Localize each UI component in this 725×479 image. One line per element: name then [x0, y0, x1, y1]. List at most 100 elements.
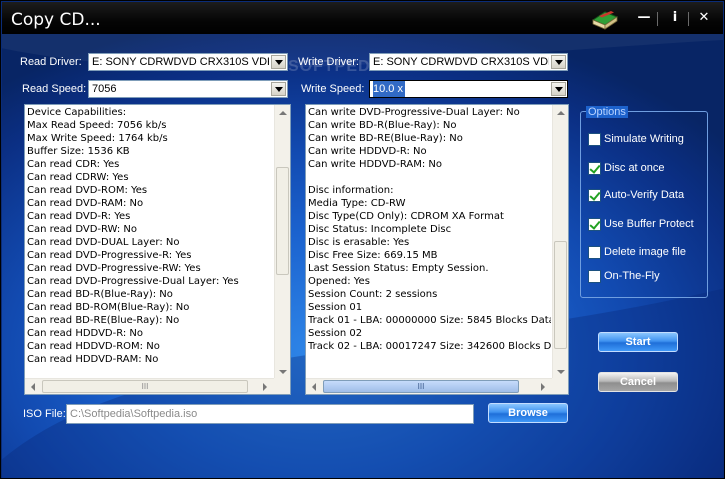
- checkbox-label: Disc at once: [604, 162, 665, 174]
- list-item: Session Count: 2 sessions: [308, 289, 438, 300]
- start-button[interactable]: Start: [598, 332, 678, 352]
- checkbox-label: Use Buffer Protect: [604, 218, 694, 230]
- checkbox-label: Delete image file: [604, 246, 686, 258]
- write-speed-label: Write Speed:: [301, 83, 365, 95]
- chevron-down-icon[interactable]: [271, 55, 286, 69]
- device-capabilities-list[interactable]: Device Capabilities: Max Read Speed: 7056…: [24, 104, 291, 395]
- list-content: Device Capabilities: Max Read Speed: 7056…: [27, 105, 273, 378]
- write-speed-value: 10.0 x: [373, 81, 405, 97]
- scroll-thumb[interactable]: [554, 241, 567, 349]
- checkbox-icon[interactable]: [588, 188, 601, 202]
- close-button[interactable]: ✕: [694, 11, 714, 27]
- list-item: Can read DVD-RW: No: [27, 224, 137, 235]
- title-bar[interactable]: Copy CD... — i ✕: [2, 2, 723, 34]
- list-item: Can read CDR: Yes: [27, 159, 120, 170]
- scroll-thumb[interactable]: III: [42, 380, 248, 393]
- scroll-right-icon[interactable]: [535, 379, 551, 394]
- scroll-up-icon[interactable]: [275, 105, 290, 121]
- read-speed-value: 7056: [92, 83, 117, 95]
- write-driver-select[interactable]: E: SONY CDRWDVD CRX310S VDK: [369, 53, 568, 71]
- read-speed-label: Read Speed:: [22, 83, 87, 95]
- checkbox-icon[interactable]: [588, 269, 601, 283]
- browse-button[interactable]: Browse: [488, 403, 568, 423]
- list-item: Can write HDDVD-R: No: [308, 146, 427, 157]
- iso-file-label: ISO File:: [23, 408, 66, 420]
- list-item: Disc is erasable: Yes: [308, 237, 410, 248]
- list-item: Can write BD-RE(Blue-Ray): No: [308, 133, 463, 144]
- list-item: Device Capabilities:: [27, 107, 127, 118]
- list-item: [308, 171, 551, 184]
- list-item: Can read HDDVD-RAM: No: [27, 354, 159, 365]
- checkbox-icon[interactable]: [588, 217, 601, 231]
- auto-verify-data-checkbox[interactable]: Auto-Verify Data: [588, 188, 684, 202]
- checkbox-icon[interactable]: [588, 161, 601, 175]
- list-item: Can read HDDVD-ROM: No: [27, 341, 160, 352]
- list-item: Session 02: [308, 328, 363, 339]
- list-item: Max Read Speed: 7056 kb/s: [27, 120, 167, 131]
- chevron-down-icon[interactable]: [551, 55, 566, 69]
- scroll-up-icon[interactable]: [553, 105, 568, 121]
- list-item: Session 01: [308, 302, 363, 313]
- info-button[interactable]: i: [665, 11, 685, 27]
- list-item: Can write DVD-Progressive-Dual Layer: No: [308, 107, 520, 118]
- minimize-button[interactable]: —: [634, 11, 654, 27]
- scroll-thumb[interactable]: III: [323, 380, 519, 393]
- list-item: Disc Status: Incomplete Disc: [308, 224, 452, 235]
- list-item: Buffer Size: 1536 KB: [27, 146, 130, 157]
- checkbox-label: Auto-Verify Data: [604, 189, 685, 201]
- scroll-thumb[interactable]: [276, 167, 289, 275]
- list-item: Can read BD-RE(Blue-Ray): No: [27, 315, 180, 326]
- cancel-button[interactable]: Cancel: [598, 372, 678, 392]
- scroll-right-icon[interactable]: [257, 379, 273, 394]
- list-item: Can read DVD-Progressive-R: Yes: [27, 250, 192, 261]
- list-item: Can read DVD-DUAL Layer: No: [27, 237, 180, 248]
- delete-image-file-checkbox[interactable]: Delete image file: [588, 245, 686, 259]
- list-item: Last Session Status: Empty Session.: [308, 263, 489, 274]
- simulate-writing-checkbox[interactable]: Simulate Writing: [588, 132, 684, 146]
- use-buffer-protect-checkbox[interactable]: Use Buffer Protect: [588, 217, 694, 231]
- checkbox-label: On-The-Fly: [604, 270, 660, 282]
- list-item: Can read DVD-Progressive-Dual Layer: Yes: [27, 276, 239, 287]
- read-driver-label: Read Driver:: [20, 56, 82, 68]
- list-item: Can read HDDVD-R: No: [27, 328, 144, 339]
- list-item: Media Type: CD-RW: [308, 198, 406, 209]
- checkbox-icon[interactable]: [588, 132, 601, 146]
- read-driver-value: E: SONY CDRWDVD CRX310S VDK: [92, 56, 269, 68]
- horizontal-scrollbar[interactable]: III: [306, 378, 552, 394]
- scrollbar-corner: [552, 378, 568, 394]
- chevron-down-icon[interactable]: [271, 82, 286, 96]
- write-driver-label: Write Driver:: [298, 56, 359, 68]
- book-icon[interactable]: [591, 8, 619, 30]
- write-driver-value: E: SONY CDRWDVD CRX310S VDK: [373, 56, 549, 68]
- client-area: SOFTPEDIA Read Driver: E: SONY CDRWDVD C…: [2, 34, 723, 478]
- copy-cd-window: Copy CD... — i ✕ SOFTPEDIA Read Driver: …: [0, 0, 725, 479]
- list-item: Disc information:: [308, 185, 394, 196]
- horizontal-scrollbar[interactable]: III: [25, 378, 274, 394]
- scroll-left-icon[interactable]: [25, 379, 41, 394]
- read-speed-select[interactable]: 7056: [88, 80, 288, 98]
- list-item: Can read BD-ROM(Blue-Ray): No: [27, 302, 190, 313]
- list-item: Can read BD-R(Blue-Ray): No: [27, 289, 173, 300]
- control-separator: [657, 12, 658, 26]
- list-item: Can write HDDVD-RAM: No: [308, 159, 442, 170]
- list-item: Can read DVD-Progressive-RW: Yes: [27, 263, 201, 274]
- chevron-down-icon[interactable]: [551, 82, 566, 96]
- disc-at-once-checkbox[interactable]: Disc at once: [588, 161, 665, 175]
- checkbox-label: Simulate Writing: [604, 133, 684, 145]
- on-the-fly-checkbox[interactable]: On-The-Fly: [588, 269, 660, 283]
- list-item: Can read CDRW: Yes: [27, 172, 129, 183]
- list-item: Opened: Yes: [308, 276, 370, 287]
- read-driver-select[interactable]: E: SONY CDRWDVD CRX310S VDK: [88, 53, 288, 71]
- checkbox-icon[interactable]: [588, 245, 601, 259]
- vertical-scrollbar[interactable]: [274, 105, 290, 380]
- list-item: Can read DVD-RAM: No: [27, 198, 144, 209]
- vertical-scrollbar[interactable]: [552, 105, 568, 380]
- list-item: Track 01 - LBA: 00000000 Size: 5845 Bloc…: [308, 315, 551, 326]
- list-content: Can write DVD-Progressive-Dual Layer: No…: [308, 105, 551, 378]
- write-speed-select[interactable]: 10.0 x: [369, 80, 568, 98]
- disc-information-list[interactable]: Can write DVD-Progressive-Dual Layer: No…: [305, 104, 569, 395]
- list-item: Disc Free Size: 669.15 MB: [308, 250, 438, 261]
- list-item: Max Write Speed: 1764 kb/s: [27, 133, 168, 144]
- scroll-left-icon[interactable]: [306, 379, 322, 394]
- iso-file-input[interactable]: C:\Softpedia\Softpedia.iso: [66, 404, 474, 424]
